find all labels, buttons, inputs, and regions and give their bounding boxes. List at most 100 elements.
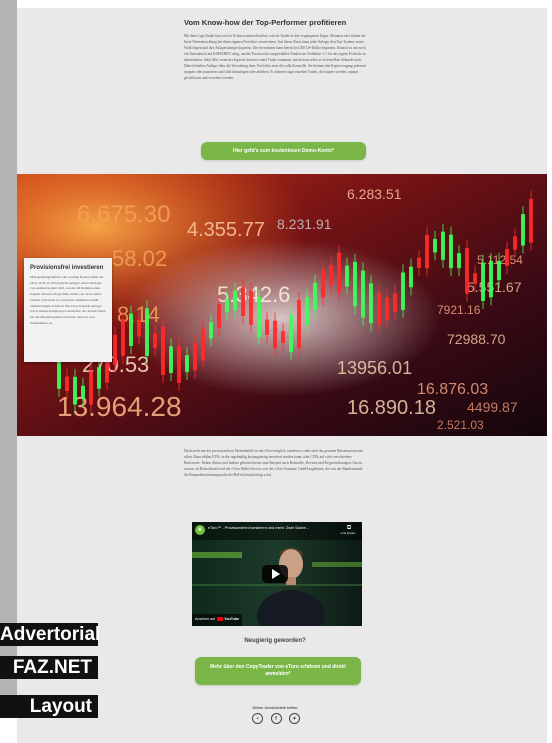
candle-body xyxy=(345,265,349,287)
copytrader-signup-label: Mehr über den CopyTrader von eToro erfah… xyxy=(210,664,346,677)
share-label: Diese Geschichte teilen xyxy=(252,705,298,710)
ticker-number: 58.02 xyxy=(112,246,167,271)
copy-link-label: Link kopier... xyxy=(340,531,358,535)
candle-body xyxy=(153,333,157,349)
copy-link-button[interactable]: ⧉ Link kopier... xyxy=(339,525,359,535)
info-box-provisionsfrei: Provisionsfrei investieren Managementgeb… xyxy=(24,258,112,362)
watch-on-youtube[interactable]: Ansehen auf YouTube xyxy=(195,617,240,622)
candle-body xyxy=(65,376,69,392)
candle-body xyxy=(257,297,261,338)
twitter-icon[interactable]: ✦ xyxy=(289,713,300,724)
article-body-text-2: Doch nicht nur der provisionsfreie Aktie… xyxy=(184,449,363,477)
candle-body xyxy=(337,252,341,293)
candle-body xyxy=(81,385,85,399)
candle-body xyxy=(297,300,301,349)
candle-body xyxy=(409,266,413,288)
video-thumbnail xyxy=(192,522,362,626)
candle-body xyxy=(289,314,293,353)
info-box-text: Managementgebühren oder sonstige Kosten … xyxy=(30,275,106,325)
ticker-number: 7921.16 xyxy=(437,303,481,317)
candle-body xyxy=(73,376,77,405)
candle-body xyxy=(185,355,189,372)
candle-body xyxy=(393,293,397,312)
candle-body xyxy=(89,371,93,405)
watch-on-label: Ansehen auf xyxy=(195,617,216,621)
facebook-icon[interactable]: f xyxy=(270,713,282,724)
ticker-number: 6.283.51 xyxy=(347,186,402,202)
curious-heading: Neugierig geworden? xyxy=(244,638,306,644)
candle-body xyxy=(121,319,125,356)
ticker-number: 2.521.03 xyxy=(437,418,484,432)
candle-body xyxy=(385,297,389,321)
channel-avatar[interactable]: e xyxy=(195,525,205,535)
candle-body xyxy=(249,290,253,325)
candle-body xyxy=(313,282,317,311)
candle-body xyxy=(305,297,309,325)
candle-body xyxy=(177,346,181,383)
candle-body xyxy=(529,198,533,243)
ticker-number: 6.675.30 xyxy=(77,201,170,228)
copytrader-signup-button[interactable]: Mehr über den CopyTrader von eToro erfah… xyxy=(195,657,361,685)
candle-body xyxy=(145,308,149,356)
candle-body xyxy=(457,253,461,269)
ticker-number: 8.231.91 xyxy=(277,216,332,232)
info-box-title: Provisionsfrei investieren xyxy=(30,265,104,271)
ticker-number: 4499.87 xyxy=(467,399,518,415)
candle-body xyxy=(473,273,477,285)
video-player[interactable]: e eToro™ - Provisionsfrei investieren un… xyxy=(192,522,362,626)
candle-body xyxy=(481,262,485,302)
reddit-icon[interactable]: ◓ xyxy=(252,713,263,724)
candle-body xyxy=(497,260,501,281)
tag-layout: Layout xyxy=(0,695,98,718)
share-icons: ◓ f ✦ xyxy=(252,713,300,725)
ticker-number: 4.355.77 xyxy=(187,219,265,241)
candle-body xyxy=(353,261,357,307)
candle-body xyxy=(433,238,437,253)
candle-body xyxy=(201,328,205,361)
candle-body xyxy=(505,249,509,266)
candle-body xyxy=(361,270,365,318)
video-title[interactable]: eToro™ - Provisionsfrei investieren und … xyxy=(208,526,328,530)
candle-body xyxy=(225,299,229,313)
tag-advertorial: Advertorial xyxy=(0,623,101,646)
candle-body xyxy=(161,326,165,375)
candle-body xyxy=(137,319,141,337)
candle-body xyxy=(97,367,101,389)
candle-body xyxy=(521,214,525,246)
candle-body xyxy=(113,334,117,365)
candle-body xyxy=(193,342,197,371)
candle-body xyxy=(217,304,221,329)
candle-body xyxy=(369,283,373,324)
candle-body xyxy=(209,322,213,339)
candle-body xyxy=(513,236,517,250)
candle-body xyxy=(449,234,453,269)
candle-body xyxy=(265,319,269,336)
ticker-number: 72988.70 xyxy=(447,331,506,347)
left-gray-strip xyxy=(0,0,17,700)
ticker-number: 16.890.18 xyxy=(347,397,436,419)
candle-body xyxy=(169,346,173,374)
candle-body xyxy=(441,231,445,260)
ticker-number: 13956.01 xyxy=(337,358,412,378)
candle-body xyxy=(241,287,245,316)
article-heading: Vom Know-how der Top-Performer profitier… xyxy=(184,18,347,27)
candle-body xyxy=(281,331,285,344)
tag-faz-net: FAZ.NET xyxy=(0,656,98,679)
candle-body xyxy=(57,359,61,389)
candle-body xyxy=(489,260,493,298)
candle-body xyxy=(329,264,333,286)
candle-body xyxy=(401,272,405,310)
candle-body xyxy=(465,247,469,294)
candle-body xyxy=(417,257,421,268)
candle-body xyxy=(273,320,277,349)
candle-body xyxy=(233,290,237,311)
youtube-icon xyxy=(217,617,224,622)
candle-body xyxy=(321,269,325,298)
candle-body xyxy=(425,234,429,269)
ticker-number: 16.876.03 xyxy=(417,381,488,398)
article-intro-text: Mit dem CopyTrader lässt sich in Echtzei… xyxy=(184,34,367,80)
demo-account-button[interactable]: Hier geht's zum kostenlosen Demo-Konto* xyxy=(201,142,366,160)
candle-body xyxy=(377,292,381,325)
youtube-wordmark: YouTube xyxy=(224,617,240,621)
candle-body xyxy=(129,313,133,346)
